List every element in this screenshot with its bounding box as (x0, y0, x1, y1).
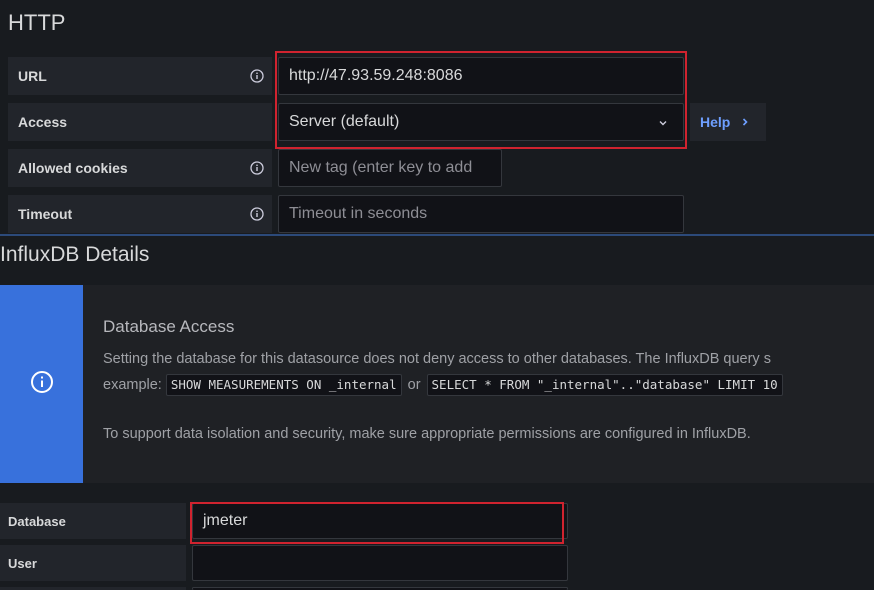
help-button[interactable]: Help (690, 103, 766, 141)
influx-section-title: InfluxDB Details (0, 243, 150, 266)
database-label: Database (0, 503, 186, 539)
highlight-box (275, 51, 687, 149)
alert-or-text: or (407, 377, 421, 393)
alert-icon-panel (0, 285, 83, 483)
allowed-cookies-input[interactable]: New tag (enter key to add (278, 149, 502, 187)
alert-title: Database Access (103, 317, 235, 336)
database-label-text: Database (8, 513, 66, 529)
alert-text-line2: example: SHOW MEASUREMENTS ON _internal … (103, 374, 783, 396)
section-divider (0, 234, 874, 236)
alert-text-line1: Setting the database for this datasource… (103, 351, 771, 367)
timeout-label-text: Timeout (18, 206, 73, 222)
timeout-input[interactable]: Timeout in seconds (278, 195, 684, 233)
help-label: Help (700, 114, 731, 130)
url-label-text: URL (18, 68, 47, 84)
access-label-text: Access (18, 114, 68, 130)
alert-example-prefix: example: (103, 377, 162, 393)
access-label: Access (8, 103, 272, 141)
info-icon[interactable] (250, 69, 264, 83)
url-label: URL (8, 57, 272, 95)
timeout-placeholder: Timeout in seconds (289, 205, 428, 222)
database-highlight-box (190, 502, 564, 544)
timeout-label: Timeout (8, 195, 272, 233)
http-section-title: HTTP (8, 10, 66, 35)
alert-text-line3: To support data isolation and security, … (103, 426, 751, 442)
info-icon (30, 370, 54, 399)
info-icon[interactable] (250, 161, 264, 175)
allowed-cookies-label-text: Allowed cookies (18, 160, 128, 176)
allowed-cookies-label: Allowed cookies (8, 149, 272, 187)
code-snippet-select: SELECT * FROM "_internal".."database" LI… (426, 374, 783, 396)
allowed-cookies-placeholder: New tag (enter key to add (289, 159, 473, 176)
info-icon[interactable] (250, 207, 264, 221)
user-label: User (0, 545, 186, 581)
database-access-alert: Database Access Setting the database for… (0, 285, 874, 483)
chevron-right-icon (740, 114, 750, 130)
code-snippet-show-measurements: SHOW MEASUREMENTS ON _internal (165, 374, 402, 396)
user-label-text: User (8, 555, 37, 571)
user-input[interactable] (192, 545, 568, 581)
